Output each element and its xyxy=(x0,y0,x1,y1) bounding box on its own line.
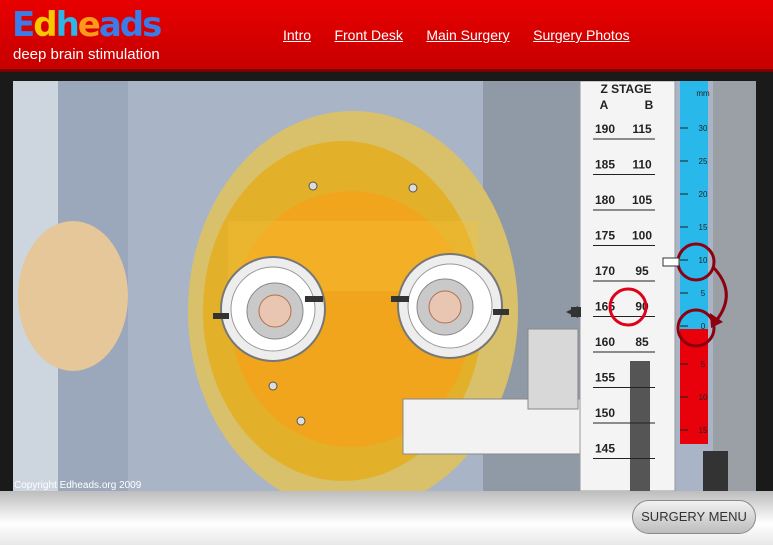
z-stage-b-tick: 110 xyxy=(632,158,652,172)
mm-positive-tick: 10 xyxy=(699,256,708,265)
z-stage-a-tick: 190 xyxy=(595,122,615,136)
z-stage-a-tick: 155 xyxy=(595,371,615,385)
top-nav: Intro Front Desk Main Surgery Surgery Ph… xyxy=(283,27,649,45)
z-stage-a-tick: 145 xyxy=(595,442,615,456)
surgery-illustration: Z STAGEA B1901851801751701651601551501451… xyxy=(13,81,756,491)
patient-arm xyxy=(18,221,128,371)
nav-intro[interactable]: Intro xyxy=(283,27,311,43)
z-stage-b-tick: 100 xyxy=(632,229,652,243)
mm-positive-tick: 30 xyxy=(699,124,708,133)
z-stage-b-tick: 95 xyxy=(635,264,649,278)
z-stage-a-tick: 185 xyxy=(595,158,615,172)
edheads-logo[interactable]: Edheads xyxy=(12,8,162,42)
z-stage-a-tick: 150 xyxy=(595,406,615,420)
mm-unit-label: mm xyxy=(696,89,710,98)
mm-negative-tick: 15 xyxy=(699,426,708,435)
mm-positive-tick: 15 xyxy=(699,223,708,232)
nav-front-desk[interactable]: Front Desk xyxy=(334,27,402,43)
mm-negative-tick: 5 xyxy=(701,360,706,369)
z-stage-a-tick: 180 xyxy=(595,193,615,207)
header-bar: Edheads deep brain stimulation Intro Fro… xyxy=(0,0,773,72)
mm-positive-tick: 5 xyxy=(701,289,706,298)
z-stage-ruler xyxy=(579,81,676,491)
z-stage-a-tick: 170 xyxy=(595,264,615,278)
z-stage-b-tick: 85 xyxy=(635,335,649,349)
z-stage-title: Z STAGE xyxy=(600,82,651,96)
z-stage-col-a: A xyxy=(600,98,609,112)
copyright-text: Copyright Edheads.org 2009 xyxy=(14,480,142,491)
nav-main-surgery[interactable]: Main Surgery xyxy=(426,27,509,43)
z-stage-b-tick: 115 xyxy=(632,122,652,136)
mm-positive-tick: 25 xyxy=(699,157,708,166)
mm-positive-tick: 20 xyxy=(699,190,708,199)
mm-negative-tick: 10 xyxy=(699,393,708,402)
mm-positive-tick: 0 xyxy=(701,322,706,331)
tagline: deep brain stimulation xyxy=(13,46,160,63)
z-stage-a-tick: 160 xyxy=(595,335,615,349)
nav-surgery-photos[interactable]: Surgery Photos xyxy=(533,27,630,43)
z-stage-b-tick: 105 xyxy=(632,193,652,207)
z-stage-col-b: B xyxy=(645,98,654,112)
z-stage-a-tick: 175 xyxy=(595,229,615,243)
surgery-menu-button[interactable]: SURGERY MENU xyxy=(632,500,756,534)
surgery-scene: Z STAGE A B 190 185 180 175 170 165 160 155 150 145 1… xyxy=(13,81,756,491)
